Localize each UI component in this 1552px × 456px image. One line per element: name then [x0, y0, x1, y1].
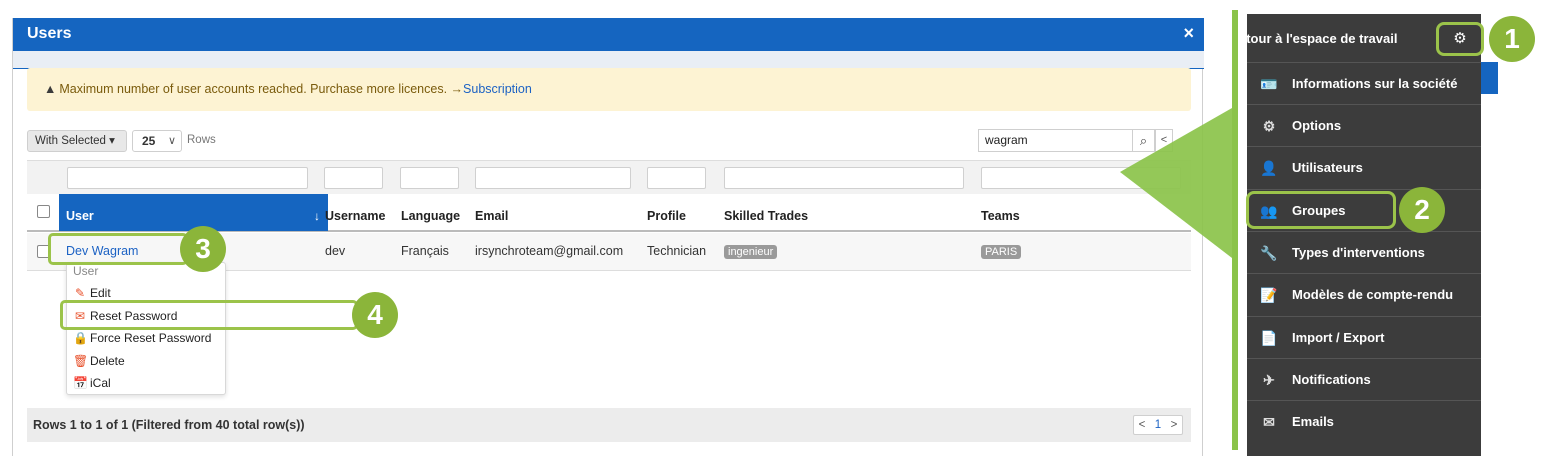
- trash-icon: 🗑: [73, 354, 89, 368]
- pager-next-button[interactable]: >: [1166, 416, 1182, 434]
- menu-item-ical[interactable]: 📅 iCal: [73, 374, 111, 392]
- column-header-email[interactable]: Email: [475, 194, 508, 230]
- user-icon: 👤: [1260, 160, 1278, 176]
- menu-item-options[interactable]: ⚙ Options: [1247, 104, 1481, 146]
- search-input[interactable]: wagram: [978, 129, 1133, 152]
- lock-icon: 🔒: [73, 331, 88, 345]
- menu-item-label: Import / Export: [1292, 330, 1385, 345]
- filter-input-language[interactable]: [400, 167, 459, 189]
- csv-file-icon: 📄: [1260, 330, 1278, 346]
- cell-language: Français: [401, 244, 449, 258]
- team-badge: PARIS: [981, 245, 1022, 259]
- chevron-down-icon: ∨: [167, 135, 176, 147]
- pager-page-1[interactable]: 1: [1150, 416, 1166, 434]
- menu-item-company-info[interactable]: 🪪 Informations sur la société: [1247, 62, 1481, 104]
- menu-item-force-reset-password[interactable]: 🔒 Force Reset Password: [73, 329, 211, 347]
- cell-profile: Technician: [647, 244, 707, 258]
- green-divider: [1232, 10, 1238, 450]
- gear-icon[interactable]: ⚙: [1436, 22, 1484, 56]
- callout-highlight-reset-password: [60, 300, 358, 330]
- menu-item-report-templates[interactable]: 📝 Modèles de compte-rendu: [1247, 273, 1481, 315]
- menu-item-label: Notifications: [1292, 372, 1371, 387]
- column-header-user[interactable]: User ↓: [59, 194, 328, 231]
- menu-item-users[interactable]: 👤 Utilisateurs: [1247, 146, 1481, 188]
- filter-input-email[interactable]: [475, 167, 631, 189]
- menu-item-delete[interactable]: 🗑 Delete: [73, 352, 125, 370]
- back-to-workspace-link[interactable]: etour à l'espace de travail: [1239, 14, 1397, 62]
- calendar-icon: 📅: [73, 376, 88, 390]
- menu-item-notifications[interactable]: ✈ Notifications: [1247, 358, 1481, 400]
- pager-prev-button[interactable]: <: [1134, 416, 1150, 434]
- warning-icon: ▲: [44, 82, 57, 96]
- row-count-text: Rows 1 to 1 of 1 (Filtered from 40 total…: [33, 418, 305, 432]
- callout-number-2: 2: [1399, 187, 1445, 233]
- menu-item-intervention-types[interactable]: 🔧 Types d'interventions: [1247, 231, 1481, 273]
- column-header-skilled-trades[interactable]: Skilled Trades: [724, 194, 808, 230]
- menu-item-label: iCal: [90, 376, 111, 390]
- modal-title: Users: [27, 25, 72, 42]
- menu-item-label: Edit: [90, 286, 111, 300]
- alert-text: Maximum number of user accounts reached.…: [59, 82, 448, 96]
- select-all-checkbox[interactable]: [37, 205, 50, 218]
- edit-document-icon: 📝: [1260, 287, 1278, 303]
- screenshot-root: Users × ▲ Maximum number of user accounts…: [0, 0, 1552, 456]
- callout-number-1: 1: [1489, 16, 1535, 62]
- modal-header-band: [13, 51, 1204, 69]
- menu-item-import-export[interactable]: 📄 Import / Export: [1247, 316, 1481, 358]
- page-size-value: 25: [142, 134, 156, 148]
- modal-header: Users ×: [13, 18, 1204, 51]
- filter-input-user[interactable]: [67, 167, 308, 189]
- menu-item-label: Utilisateurs: [1292, 160, 1363, 175]
- column-header-teams[interactable]: Teams: [981, 194, 1020, 230]
- callout-highlight-groups: [1246, 191, 1396, 229]
- callout-highlight-user: [48, 233, 188, 265]
- pointer-arrow-shape: [1120, 108, 1232, 258]
- rows-label: Rows: [187, 134, 216, 146]
- license-alert: ▲ Maximum number of user accounts reached…: [27, 68, 1191, 111]
- menu-item-label: Modèles de compte-rendu: [1292, 287, 1454, 302]
- menu-item-label: Force Reset Password: [90, 331, 212, 345]
- filter-input-profile[interactable]: [647, 167, 706, 189]
- menu-item-emails[interactable]: ✉ Emails: [1247, 400, 1481, 442]
- arrow-icon: →: [450, 82, 464, 96]
- menu-item-label: Delete: [90, 354, 125, 368]
- menu-item-label: Informations sur la société: [1292, 76, 1458, 91]
- cell-email: irsynchroteam@gmail.com: [475, 244, 624, 258]
- column-header-profile[interactable]: Profile: [647, 194, 686, 230]
- cell-username: dev: [325, 244, 346, 258]
- column-header-language[interactable]: Language: [401, 194, 460, 230]
- gear-icon: ⚙: [1262, 118, 1276, 134]
- subscription-link[interactable]: Subscription: [463, 82, 532, 96]
- column-header-label: User: [66, 209, 94, 223]
- callout-number-4: 4: [352, 292, 398, 338]
- menu-item-label: Types d'interventions: [1292, 245, 1425, 260]
- skill-badge: ingenieur: [724, 245, 778, 259]
- context-menu-header: User: [73, 264, 99, 278]
- envelope-icon: ✉: [1263, 414, 1275, 430]
- menu-item-label: Emails: [1292, 414, 1334, 429]
- id-card-icon: 🪪: [1260, 76, 1278, 92]
- close-icon[interactable]: ×: [1183, 23, 1194, 44]
- page-size-select[interactable]: 25 ∨: [132, 130, 182, 152]
- filter-input-username[interactable]: [324, 167, 383, 189]
- filter-row: [27, 160, 1191, 194]
- table-footer: Rows 1 to 1 of 1 (Filtered from 40 total…: [27, 408, 1191, 442]
- sort-down-icon[interactable]: ↓: [314, 194, 320, 238]
- menu-item-label: Options: [1292, 118, 1342, 133]
- filter-input-skilled-trades[interactable]: [724, 167, 964, 189]
- pagination: <1 >: [1133, 415, 1183, 435]
- callout-number-3: 3: [180, 226, 226, 272]
- wrench-icon: 🔧: [1260, 245, 1278, 261]
- paper-plane-icon: ✈: [1263, 372, 1275, 388]
- with-selected-dropdown[interactable]: With Selected ▾: [27, 130, 127, 152]
- column-header-username[interactable]: Username: [325, 194, 385, 230]
- background-accent: [1480, 62, 1498, 94]
